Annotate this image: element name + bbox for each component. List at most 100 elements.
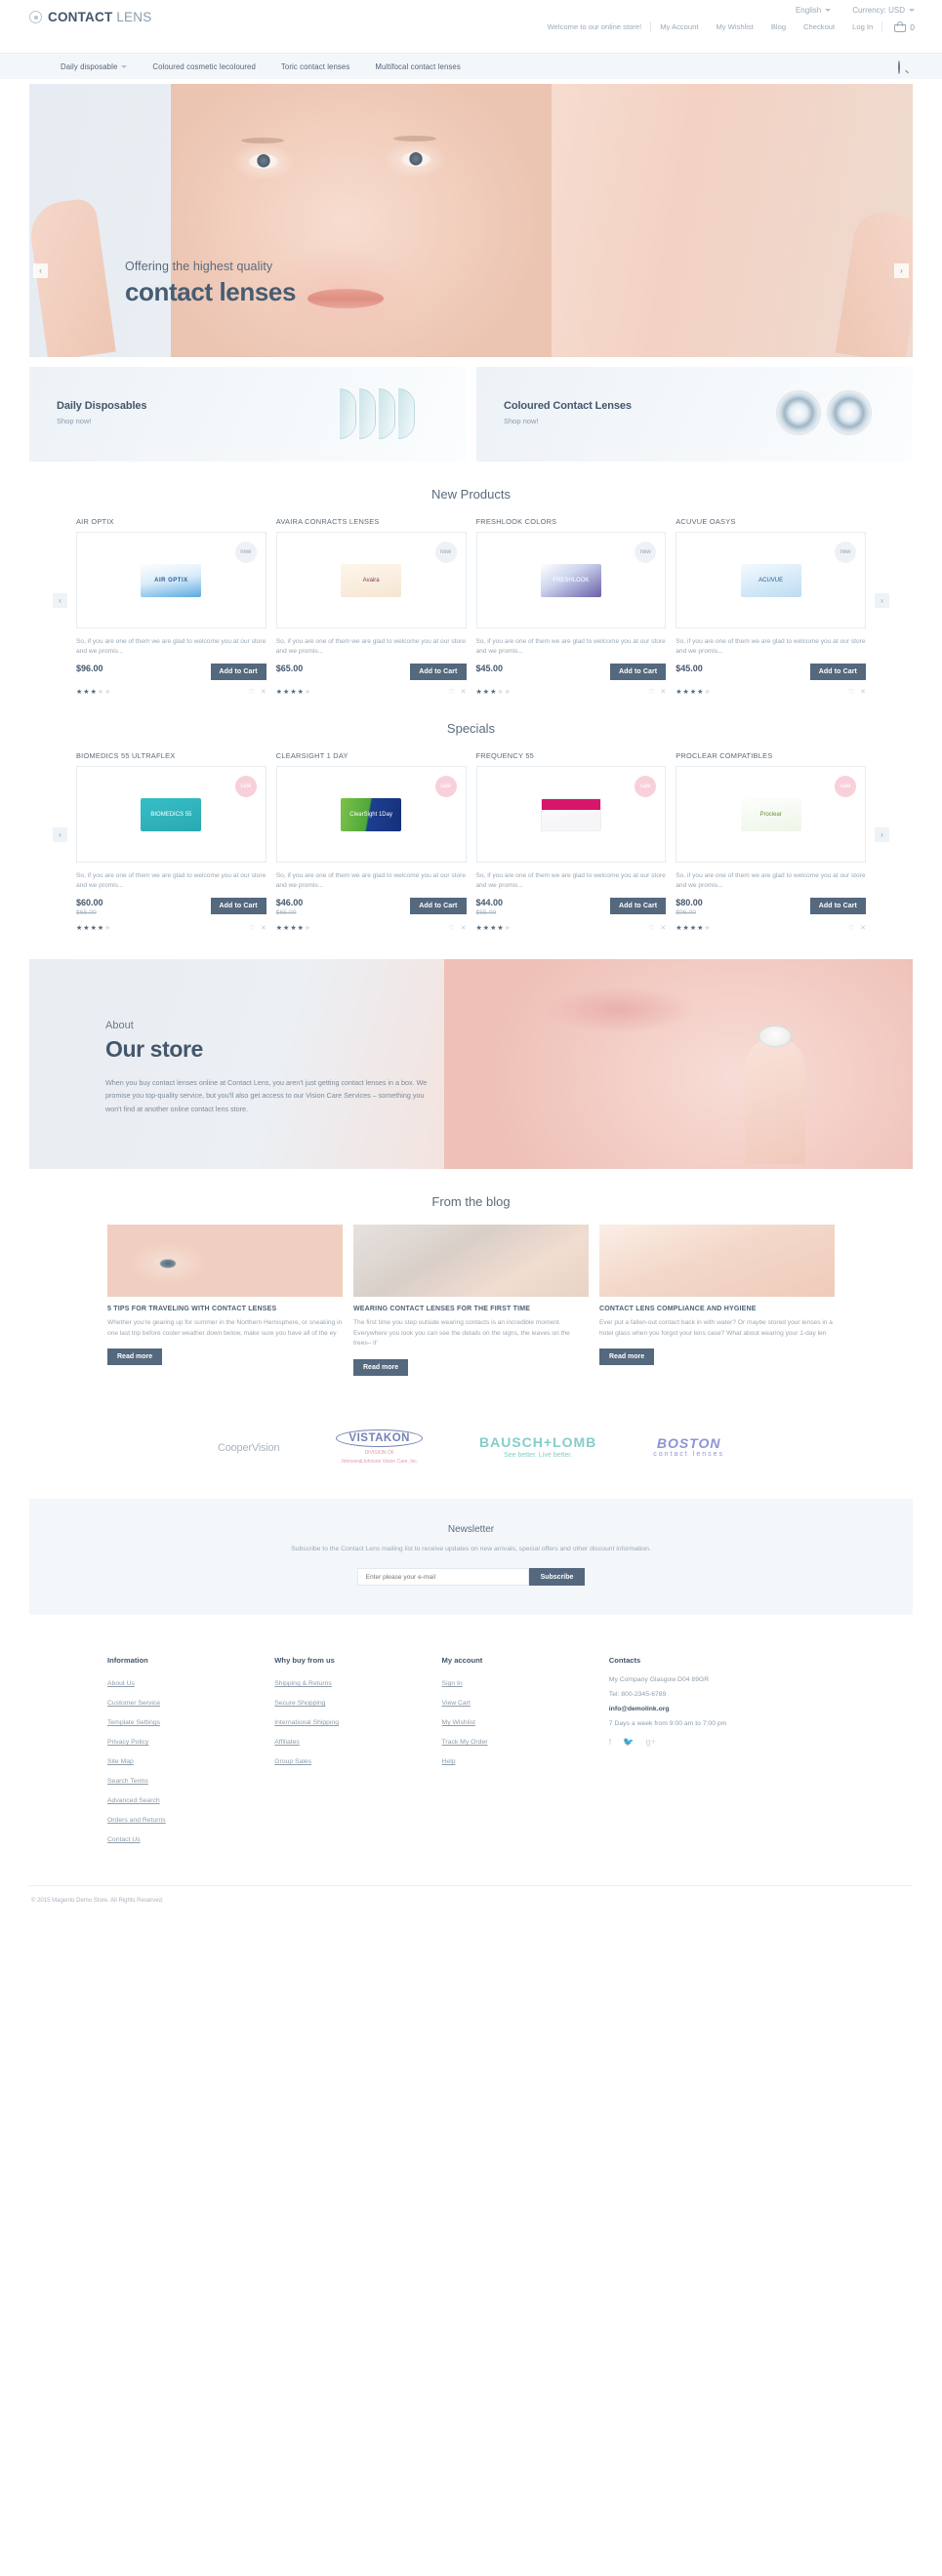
add-to-cart-button[interactable]: Add to Cart xyxy=(410,898,467,914)
add-to-compare-icon[interactable]: ✕ xyxy=(261,688,266,696)
footer-link[interactable]: About Us xyxy=(107,1680,135,1687)
add-to-wishlist-icon[interactable]: ♡ xyxy=(848,688,854,696)
promo-daily-disposables[interactable]: Daily Disposables Shop now! xyxy=(29,367,466,462)
add-to-wishlist-icon[interactable]: ♡ xyxy=(648,924,654,932)
site-logo[interactable]: CONTACT LENS xyxy=(29,10,151,24)
footer-link[interactable]: Customer Service xyxy=(107,1700,160,1707)
add-to-wishlist-icon[interactable]: ♡ xyxy=(249,688,255,696)
product-card[interactable]: FREQUENCY 55 sale So, if you are one of th… xyxy=(475,751,667,932)
product-image[interactable]: new ACUVUE xyxy=(676,532,866,628)
hero-prev-arrow[interactable]: ‹ xyxy=(33,263,48,278)
add-to-wishlist-icon[interactable]: ♡ xyxy=(249,924,255,932)
specials-prev[interactable]: ‹ xyxy=(53,827,67,842)
twitter-icon[interactable]: 🐦 xyxy=(623,1737,634,1748)
nav-item-coloured-cosmetic[interactable]: Coloured cosmetic lecoloured xyxy=(152,62,256,71)
new-products-next[interactable]: › xyxy=(875,593,889,608)
product-image[interactable]: sale BIOMEDICS 55 xyxy=(76,766,266,863)
promo-coloured-lenses[interactable]: Coloured Contact Lenses Shop now! xyxy=(476,367,913,462)
footer-link[interactable]: Site Map xyxy=(107,1758,134,1765)
footer-link[interactable]: Affiliates xyxy=(274,1739,300,1746)
footer-link[interactable]: Template Settings xyxy=(107,1719,160,1726)
read-more-button[interactable]: Read more xyxy=(107,1348,163,1366)
brand-logo-bausch-lomb[interactable]: BAUSCH+LOMB See better. Live better. xyxy=(479,1434,596,1459)
link-my-wishlist[interactable]: My Wishlist xyxy=(707,22,761,31)
add-to-cart-button[interactable]: Add to Cart xyxy=(210,664,266,680)
read-more-button[interactable]: Read more xyxy=(599,1348,655,1366)
facebook-icon[interactable]: f xyxy=(609,1737,612,1748)
google-plus-icon[interactable]: g+ xyxy=(646,1737,656,1748)
blog-post-image[interactable] xyxy=(107,1225,343,1297)
add-to-cart-button[interactable]: Add to Cart xyxy=(809,898,866,914)
nav-item-multifocal[interactable]: Multifocal contact lenses xyxy=(375,62,460,71)
link-checkout[interactable]: Checkout xyxy=(795,22,843,31)
specials-next[interactable]: › xyxy=(875,827,889,842)
hero-next-arrow[interactable]: › xyxy=(894,263,909,278)
add-to-compare-icon[interactable]: ✕ xyxy=(660,924,666,932)
product-image[interactable]: new AIR OPTIX xyxy=(76,532,266,628)
product-image[interactable]: sale ClearSight 1Day xyxy=(275,766,467,863)
blog-post-card[interactable]: WEARING CONTACT LENSES FOR THE FIRST TIM… xyxy=(353,1225,589,1376)
product-image[interactable]: sale xyxy=(475,766,667,863)
brand-logo-coopervision[interactable]: CooperVision xyxy=(218,1439,280,1454)
newsletter-subscribe-button[interactable]: Subscribe xyxy=(528,1568,586,1587)
product-card[interactable]: PROCLEAR COMPATIBLES sale Proclear So, if y… xyxy=(676,751,866,932)
contact-email[interactable]: info@demolink.org xyxy=(609,1706,835,1712)
blog-post-image[interactable] xyxy=(353,1225,589,1297)
footer-link[interactable]: Privacy Policy xyxy=(107,1739,148,1746)
product-card[interactable]: CLEARSIGHT 1 DAY sale ClearSight 1Day So, i… xyxy=(275,751,467,932)
footer-link[interactable]: Contact Us xyxy=(107,1836,141,1843)
product-card[interactable]: AIR OPTIX new AIR OPTIX So, if you are one … xyxy=(76,517,266,696)
footer-link[interactable]: Secure Shopping xyxy=(274,1700,325,1707)
footer-link[interactable]: International Shipping xyxy=(274,1719,339,1726)
add-to-cart-button[interactable]: Add to Cart xyxy=(210,898,266,914)
add-to-compare-icon[interactable]: ✕ xyxy=(860,924,866,932)
add-to-wishlist-icon[interactable]: ♡ xyxy=(448,924,454,932)
link-blog[interactable]: Blog xyxy=(762,22,795,31)
add-to-compare-icon[interactable]: ✕ xyxy=(461,688,467,696)
add-to-cart-button[interactable]: Add to Cart xyxy=(610,898,667,914)
search-icon[interactable] xyxy=(898,60,909,74)
footer-link[interactable]: Help xyxy=(442,1758,456,1765)
blog-post-card[interactable]: 5 TIPS FOR TRAVELING WITH CONTACT LENSES… xyxy=(107,1225,343,1376)
product-image[interactable]: sale Proclear xyxy=(676,766,866,863)
blog-post-card[interactable]: CONTACT LENS COMPLIANCE AND HYGIENE Ever … xyxy=(599,1225,835,1376)
add-to-compare-icon[interactable]: ✕ xyxy=(461,924,467,932)
currency-selector[interactable]: Currency: USD xyxy=(852,6,915,15)
add-to-wishlist-icon[interactable]: ♡ xyxy=(648,688,654,696)
newsletter-email-input[interactable] xyxy=(356,1568,529,1587)
product-card[interactable]: FRESHLOOK COLORS new FRESHLOOK So, if you a… xyxy=(475,517,667,696)
footer-link[interactable]: View Cart xyxy=(442,1700,471,1707)
footer-link[interactable]: Search Terms xyxy=(107,1778,148,1785)
new-products-prev[interactable]: ‹ xyxy=(53,593,67,608)
cart-button[interactable]: 0 xyxy=(882,21,915,32)
product-image[interactable]: new Avaira xyxy=(275,532,467,628)
product-card[interactable]: BIOMEDICS 55 ULTRAFLEX sale BIOMEDICS 55 So… xyxy=(76,751,266,932)
read-more-button[interactable]: Read more xyxy=(353,1358,409,1376)
add-to-cart-button[interactable]: Add to Cart xyxy=(610,664,667,680)
product-image[interactable]: new FRESHLOOK xyxy=(475,532,667,628)
blog-post-image[interactable] xyxy=(599,1225,835,1297)
add-to-compare-icon[interactable]: ✕ xyxy=(660,688,666,696)
footer-link[interactable]: Advanced Search xyxy=(107,1797,160,1804)
brand-logo-boston[interactable]: BOSTON contact lenses xyxy=(653,1435,724,1458)
footer-link[interactable]: Group Sales xyxy=(274,1758,311,1765)
add-to-cart-button[interactable]: Add to Cart xyxy=(410,664,467,680)
brand-logo-vistakon[interactable]: VISTAKON DIVISION OF Johnson&Johnson Vis… xyxy=(336,1429,423,1465)
link-my-account[interactable]: My Account xyxy=(651,22,707,31)
add-to-wishlist-icon[interactable]: ♡ xyxy=(448,688,454,696)
footer-link[interactable]: Orders and Returns xyxy=(107,1817,166,1824)
footer-link[interactable]: Shipping & Returns xyxy=(274,1680,332,1687)
footer-link[interactable]: My Wishlist xyxy=(442,1719,475,1726)
link-log-in[interactable]: Log In xyxy=(843,22,881,31)
nav-item-toric[interactable]: Toric contact lenses xyxy=(281,62,349,71)
product-card[interactable]: ACUVUE OASYS new ACUVUE So, if you are one … xyxy=(676,517,866,696)
add-to-wishlist-icon[interactable]: ♡ xyxy=(848,924,854,932)
add-to-compare-icon[interactable]: ✕ xyxy=(261,924,266,932)
footer-link[interactable]: Sign In xyxy=(442,1680,463,1687)
add-to-cart-button[interactable]: Add to Cart xyxy=(809,664,866,680)
add-to-compare-icon[interactable]: ✕ xyxy=(860,688,866,696)
product-card[interactable]: AVAIRA CONRACTS LENSES new Avaira So, if yo… xyxy=(275,517,467,696)
footer-link[interactable]: Track My Order xyxy=(442,1739,488,1746)
language-selector[interactable]: English xyxy=(796,6,832,15)
nav-item-daily-disposable[interactable]: Daily disposable xyxy=(61,62,128,71)
